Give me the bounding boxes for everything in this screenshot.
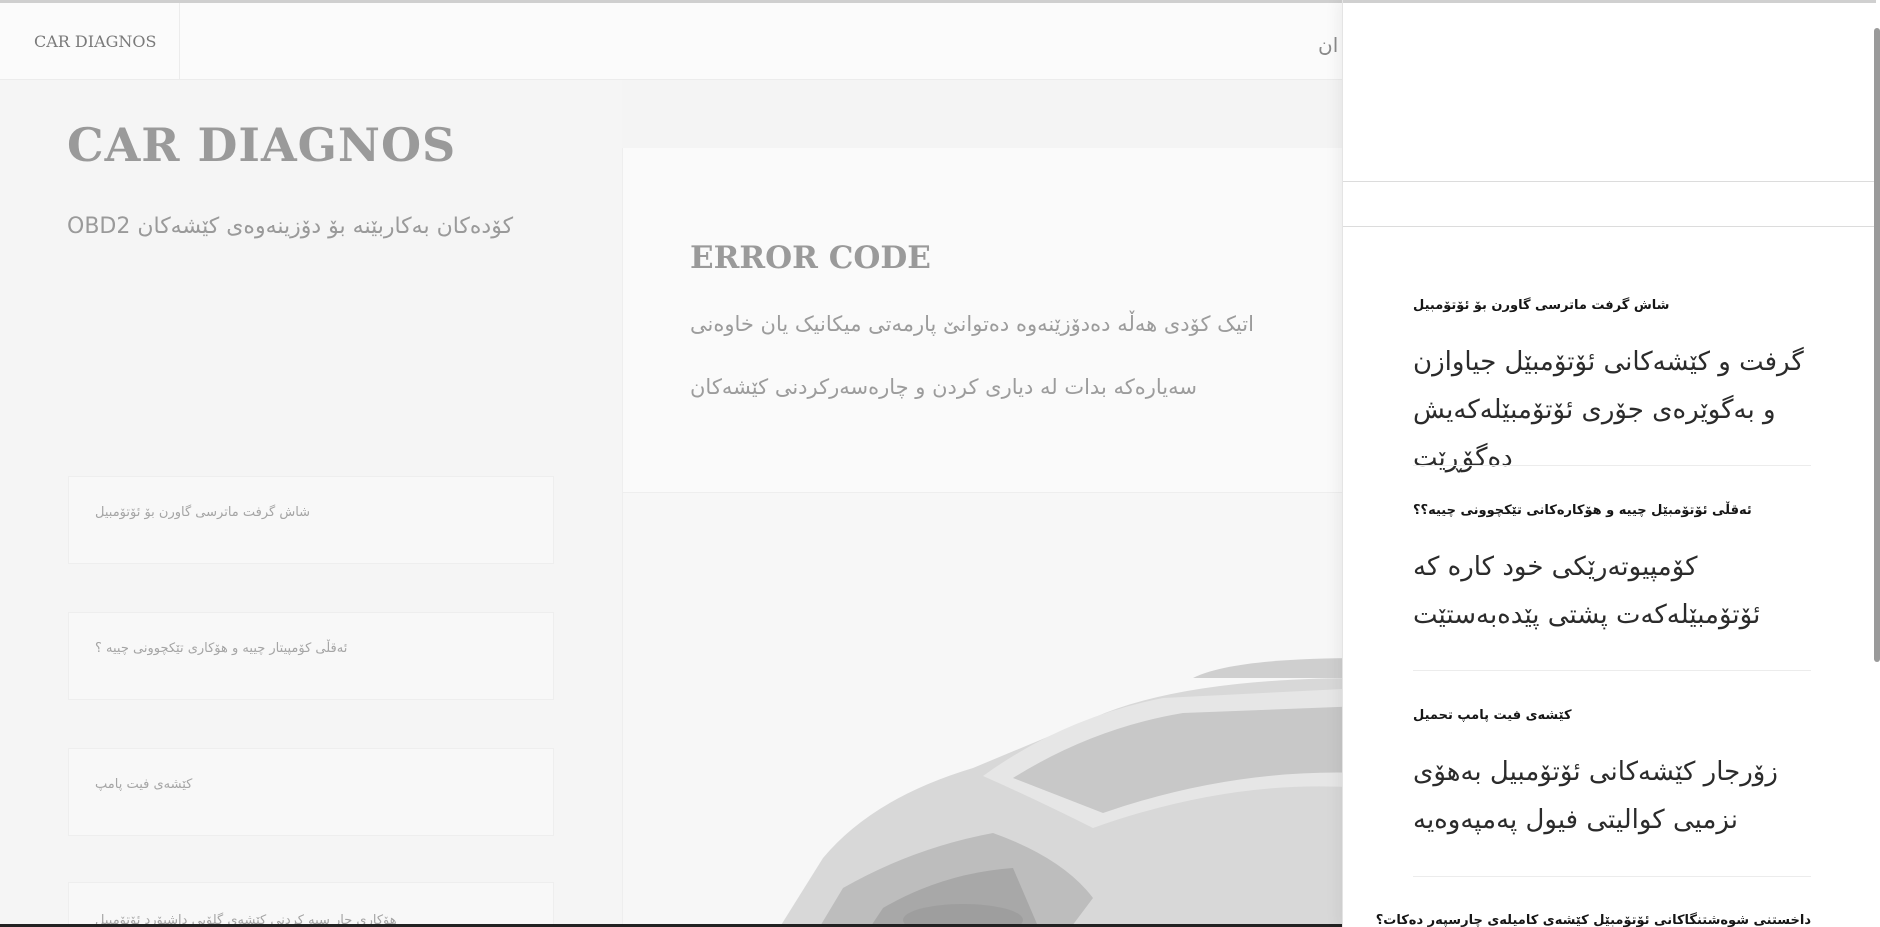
overlay-top-border: [1343, 0, 1876, 3]
faq-answer: گرفت و کێشەکانی ئۆتۆمبێل جیاوازن و بەگوێ…: [1413, 347, 1804, 473]
faq-item-2[interactable]: ئەقڵی ئۆتۆمبێل چییە و هۆکارەکانی تێکچوون…: [1413, 503, 1811, 639]
site-title: CAR DIAGNOS: [67, 118, 457, 172]
faq-question: کێشەی فیت پامپ تحمیل: [1413, 708, 1572, 723]
faq-item-3[interactable]: کێشەی فیت پامپ تحمیل زۆرجار کێشەکانی ئۆت…: [1413, 708, 1811, 844]
faq-divider: [1413, 876, 1811, 877]
brand-logo-link[interactable]: CAR DIAGNOS: [0, 3, 180, 80]
overlay-header: [1343, 0, 1876, 182]
faq-item-1[interactable]: شاش گرفت ماترسی گاورن بۆ ئۆتۆمبیل گرفت و…: [1413, 298, 1811, 482]
faq-overlay-panel: شاش گرفت ماترسی گاورن بۆ ئۆتۆمبیل گرفت و…: [1342, 0, 1880, 927]
error-code-description: اتیک کۆدی هەڵە دەدۆزێنەوە دەتوانێ پارمەت…: [690, 312, 1254, 399]
error-code-title: ERROR CODE: [690, 240, 931, 276]
car-image: [779, 658, 1363, 927]
faq-divider: [1413, 465, 1811, 466]
faq-item-4[interactable]: داخستنی شوەشتنگاکانی ئۆتۆمبێل کێشەی کامی…: [1375, 913, 1811, 927]
sidebar-card-label: کێشەی فیت پامپ: [95, 777, 193, 792]
overlay-scrollbar[interactable]: [1874, 28, 1880, 662]
car-image-area: [623, 492, 1363, 927]
faq-divider: [1413, 670, 1811, 671]
sidebar-card-4[interactable]: هۆکاری چار سپە کردنی کێشەی گلۆبی داشبۆرد…: [68, 882, 554, 927]
overlay-divider: [1343, 226, 1876, 227]
faq-question: داخستنی شوەشتنگاکانی ئۆتۆمبێل کێشەی کامی…: [1375, 913, 1811, 927]
faq-question: شاش گرفت ماترسی گاورن بۆ ئۆتۆمبیل: [1413, 298, 1670, 313]
sidebar-card-1[interactable]: شاش گرفت ماترسی گاورن بۆ ئۆتۆمبیل: [68, 476, 554, 564]
sidebar-card-3[interactable]: کێشەی فیت پامپ: [68, 748, 554, 836]
faq-answer: کۆمپیوتەرێکی خود کارە کە ئۆتۆمبێلەکەت پش…: [1413, 552, 1761, 630]
sidebar-card-label: شاش گرفت ماترسی گاورن بۆ ئۆتۆمبیل: [95, 505, 311, 520]
sidebar-card-2[interactable]: ئەقڵی کۆمپیتار چییە و هۆکاری تێکچوونی چی…: [68, 612, 554, 700]
sidebar-card-label: ئەقڵی کۆمپیتار چییە و هۆکاری تێکچوونی چی…: [95, 641, 348, 656]
site-subtitle: کۆدەکان بەکاربێنە بۆ دۆزینەوەی کێشەکان O…: [67, 214, 514, 239]
faq-question: ئەقڵی ئۆتۆمبێل چییە و هۆکارەکانی تێکچوون…: [1413, 503, 1752, 518]
faq-answer: زۆرجار کێشەکانی ئۆتۆمبیل بەهۆی نزمیی کوا…: [1413, 757, 1778, 835]
nav-link-partial[interactable]: ان: [1318, 3, 1338, 80]
